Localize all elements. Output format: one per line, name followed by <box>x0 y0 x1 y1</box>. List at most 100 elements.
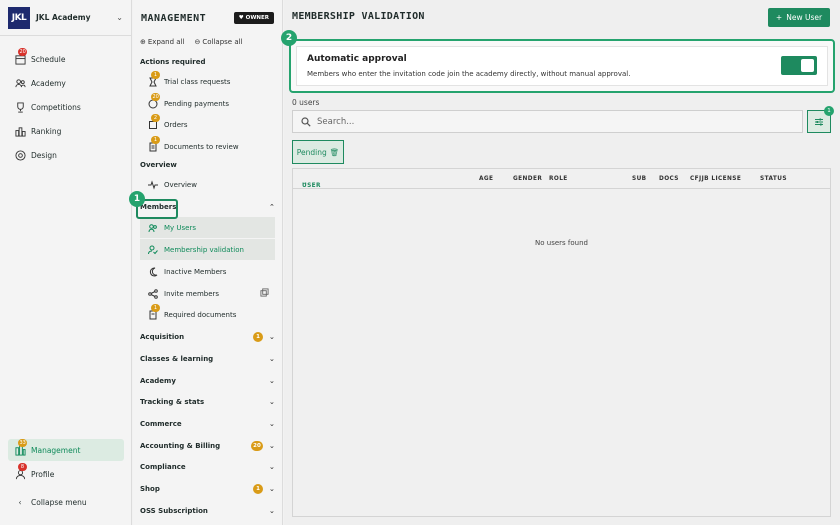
sliders-icon <box>815 118 823 125</box>
profile-badge: 8 <box>18 463 27 471</box>
count-badge: 1 <box>253 484 263 494</box>
group-academy[interactable]: Academy ⌄ <box>140 371 275 391</box>
group-label: Shop <box>140 485 160 493</box>
page-title: MEMBERSHIP VALIDATION <box>292 11 425 22</box>
chip-label: Pending <box>296 147 327 157</box>
panel-item-label: Invite members <box>164 289 220 298</box>
calendar-icon: 20 <box>14 48 28 65</box>
panel-item-overview[interactable]: Overview <box>140 174 275 195</box>
count-badge: 1 <box>151 135 160 144</box>
bar-chart-icon <box>14 125 26 137</box>
expand-all-button[interactable]: ⊕ Expand all <box>140 38 184 46</box>
sidebar-item-label: Profile <box>31 469 55 479</box>
new-user-button[interactable]: + New User <box>768 8 830 27</box>
panel-item-orders[interactable]: 2 Orders <box>140 113 275 135</box>
sidebar-item-management[interactable]: 33 Management <box>8 439 124 461</box>
sidebar-item-competitions[interactable]: Competitions <box>8 96 124 118</box>
chevron-down-icon: ⌄ <box>116 13 123 22</box>
sidebar-item-label: Design <box>31 150 57 160</box>
group-tracking-stats[interactable]: Tracking & stats ⌄ <box>140 392 275 412</box>
trash-icon[interactable]: 🗑 <box>330 148 340 157</box>
search-icon <box>301 116 311 127</box>
document-icon: 1 <box>147 303 160 321</box>
management-icon: 33 <box>14 439 28 456</box>
sidebar-item-design[interactable]: Design <box>8 144 124 166</box>
panel-item-required-documents[interactable]: 1 Required documents <box>140 303 275 325</box>
sidebar-item-profile[interactable]: 8 Profile <box>8 463 124 485</box>
users-count: 0 users <box>292 98 320 107</box>
collapse-all-label: Collapse all <box>202 38 243 46</box>
column-role[interactable]: ROLE <box>549 176 568 182</box>
panel-item-label: Documents to review <box>164 142 239 151</box>
count-badge: 2 <box>151 113 160 122</box>
panel-item-label: My Users <box>164 223 197 232</box>
panel-item-invite-members[interactable]: Invite members <box>140 283 275 304</box>
chevron-down-icon: ⌄ <box>269 485 275 493</box>
sidebar-item-ranking[interactable]: Ranking <box>8 120 124 142</box>
group-accounting-billing[interactable]: Accounting & Billing 20 ⌄ <box>140 436 275 456</box>
filter-button[interactable]: 1 <box>807 106 834 133</box>
section-overview: Overview <box>140 161 177 169</box>
group-shop[interactable]: Shop 1 ⌄ <box>140 479 275 499</box>
empty-state: No users found <box>535 239 588 247</box>
panel-item-inactive-members[interactable]: Inactive Members <box>140 261 275 282</box>
group-label: Tracking & stats <box>140 398 205 406</box>
management-badge: 33 <box>18 439 28 447</box>
palette-icon <box>14 149 26 161</box>
academy-switcher[interactable]: JKL JKL Academy ⌄ <box>0 0 131 36</box>
collapse-menu-button[interactable]: ‹ Collapse menu <box>8 491 124 513</box>
panel-item-label: Pending payments <box>164 99 230 108</box>
group-oss-subscription[interactable]: OSS Subscription ⌄ <box>140 501 275 521</box>
count-badge: 1 <box>151 70 160 79</box>
panel-item-trial-class-requests[interactable]: 1 Trial class requests <box>140 70 275 92</box>
search-input[interactable]: Search... <box>292 110 803 133</box>
owner-badge: ♥ OWNER <box>233 12 274 24</box>
main-sidebar: JKL JKL Academy ⌄ 20 Schedule Academy Co… <box>0 0 132 525</box>
group-compliance[interactable]: Compliance ⌄ <box>140 457 275 477</box>
document-icon: 1 <box>147 135 160 153</box>
plus-icon: + <box>775 13 783 22</box>
panel-item-membership-validation[interactable]: Membership validation <box>140 239 275 260</box>
chevron-down-icon: ⌄ <box>269 355 275 363</box>
collapse-all-button[interactable]: ⊖ Collapse all <box>194 38 242 46</box>
search-placeholder: Search... <box>317 116 355 127</box>
column-sub[interactable]: SUB <box>632 176 647 182</box>
column-age[interactable]: AGE <box>479 176 493 182</box>
panel-item-pending-payments[interactable]: 20 Pending payments <box>140 92 275 114</box>
group-commerce[interactable]: Commerce ⌄ <box>140 414 275 434</box>
chevron-down-icon: ⌄ <box>269 507 275 515</box>
column-docs[interactable]: DOCS <box>659 176 679 182</box>
panel-item-documents-to-review[interactable]: 1 Documents to review <box>140 135 275 157</box>
column-cfjjb-license[interactable]: CFJJB LICENSE <box>690 176 741 182</box>
panel-item-label: Trial class requests <box>164 77 231 86</box>
step-marker-1: 1 <box>129 191 145 207</box>
count-badge: 20 <box>151 92 161 101</box>
copy-icon[interactable] <box>260 288 269 299</box>
management-panel: MANAGEMENT ♥ OWNER ⊕ Expand all ⊖ Collapse … <box>133 0 283 525</box>
sidebar-item-academy[interactable]: Academy <box>8 72 124 94</box>
panel-item-label: Required documents <box>164 310 237 319</box>
chevron-down-icon: ⌄ <box>269 420 275 428</box>
step-marker-2: 2 <box>281 30 297 46</box>
chevron-up-icon: ⌃ <box>269 203 275 211</box>
group-label: Academy <box>140 377 176 385</box>
count-badge: 1 <box>151 303 160 312</box>
group-label: Classes & learning <box>140 355 214 363</box>
auto-approval-description: Members who enter the invitation code jo… <box>307 70 631 78</box>
chevron-down-icon: ⌄ <box>269 333 275 341</box>
panel-item-label: Membership validation <box>164 245 244 254</box>
panel-item-my-users[interactable]: My Users <box>140 217 275 238</box>
section-actions-required: Actions required <box>140 58 206 66</box>
group-acquisition[interactable]: Acquisition 1 ⌄ <box>140 327 275 347</box>
count-badge: 20 <box>251 441 263 451</box>
auto-approval-toggle[interactable] <box>781 56 817 75</box>
share-icon <box>147 288 159 300</box>
owner-label: OWNER <box>245 15 269 21</box>
collapse-menu-label: Collapse menu <box>31 497 87 507</box>
group-label: Acquisition <box>140 333 185 341</box>
pending-filter-chip[interactable]: Pending 🗑 <box>292 140 344 164</box>
column-gender[interactable]: GENDER <box>513 176 542 182</box>
group-classes-learning[interactable]: Classes & learning ⌄ <box>140 349 275 369</box>
column-status[interactable]: STATUS <box>760 176 787 182</box>
sidebar-item-schedule[interactable]: 20 Schedule <box>8 48 124 70</box>
